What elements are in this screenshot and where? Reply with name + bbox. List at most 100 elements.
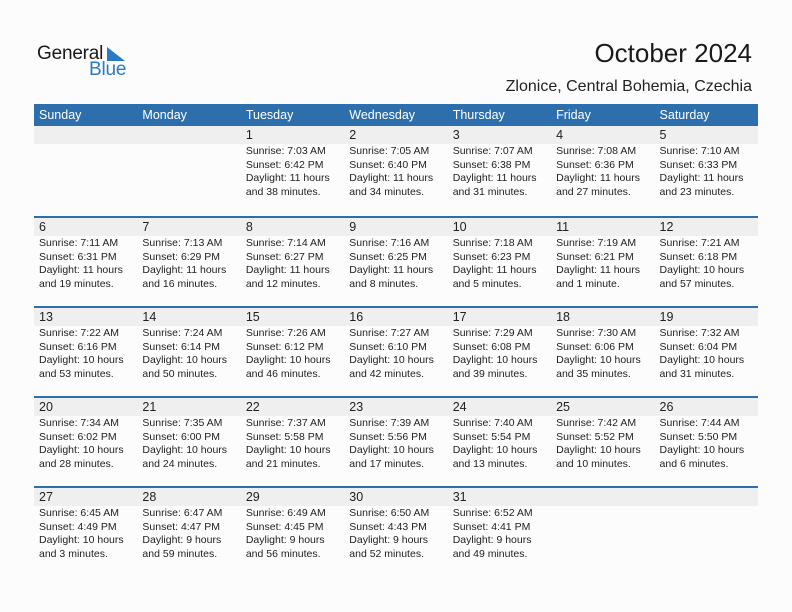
sun-info: Sunrise: 7:13 AM Sunset: 6:29 PM Daylight:…	[142, 237, 240, 291]
day-number: 24	[452, 400, 467, 414]
daylight-text: Daylight: 10 hours	[452, 354, 538, 367]
sunrise-text: Sunrise: 7:26 AM	[245, 327, 326, 339]
sun-info: Sunrise: 7:10 AM Sunset: 6:33 PM Daylight:…	[660, 145, 758, 199]
sunset-text: Sunset: 6:06 PM	[556, 340, 634, 353]
sunrise-text: Sunrise: 7:19 AM	[556, 237, 637, 249]
day-number: 18	[556, 310, 571, 324]
daylight-text: Daylight: 10 hours	[556, 444, 641, 457]
sun-info: Sunrise: 7:21 AM Sunset: 6:18 PM Daylight:…	[660, 237, 758, 291]
sunrise-text: Sunrise: 7:24 AM	[142, 327, 223, 339]
sun-info: Sunrise: 6:50 AM Sunset: 4:43 PM Daylight:…	[349, 507, 447, 561]
day-cell: 19 Sunrise: 7:32 AM Sunset: 6:04 PM Dayligh…	[655, 308, 758, 396]
sun-info: Sunrise: 7:22 AM Sunset: 6:16 PM Daylight:…	[39, 327, 137, 381]
sunset-text: Sunset: 6:14 PM	[142, 340, 221, 353]
daylight-text: Daylight: 9 hours	[349, 534, 429, 547]
daylight-text: Daylight: 10 hours	[349, 444, 434, 457]
daylight-text: Daylight: 10 hours	[659, 264, 745, 277]
weekday-header: Wednesday	[349, 108, 416, 122]
location-subtitle: Zlonice, Central Bohemia, Czechia	[505, 78, 752, 95]
minutes-text: and 27 minutes.	[556, 185, 631, 198]
sun-info: Sunrise: 7:26 AM Sunset: 6:12 PM Daylight:…	[246, 327, 344, 381]
weekday-header: Saturday	[659, 108, 710, 122]
sun-info: Sunrise: 7:35 AM Sunset: 6:00 PM Daylight:…	[142, 417, 240, 471]
weekday-header: Thursday	[452, 108, 505, 122]
sun-info: Sunrise: 7:42 AM Sunset: 5:52 PM Daylight:…	[556, 417, 654, 471]
day-cell: 14 Sunrise: 7:24 AM Sunset: 6:14 PM Dayligh…	[137, 308, 240, 396]
week-row: 27 Sunrise: 6:45 AM Sunset: 4:49 PM Dayligh…	[34, 486, 758, 576]
day-cell: 17 Sunrise: 7:29 AM Sunset: 6:08 PM Dayligh…	[448, 308, 551, 396]
sun-info: Sunrise: 7:29 AM Sunset: 6:08 PM Daylight:…	[453, 327, 551, 381]
day-number: 26	[659, 400, 674, 414]
day-number: 27	[39, 490, 53, 504]
minutes-text: and 35 minutes.	[556, 367, 631, 380]
day-cell	[34, 126, 137, 216]
minutes-text: and 1 minute.	[556, 277, 620, 290]
sunrise-text: Sunrise: 7:37 AM	[245, 417, 326, 429]
day-number: 4	[556, 128, 564, 142]
sun-info: Sunrise: 6:49 AM Sunset: 4:45 PM Daylight:…	[246, 507, 344, 561]
sun-info: Sunrise: 7:03 AM Sunset: 6:42 PM Daylight:…	[246, 145, 344, 199]
sunrise-text: Sunrise: 6:49 AM	[245, 507, 326, 519]
weekday-header: Tuesday	[245, 108, 294, 122]
sunrise-text: Sunrise: 6:47 AM	[142, 507, 223, 519]
daylight-text: Daylight: 11 hours	[142, 264, 227, 277]
minutes-text: and 59 minutes.	[142, 547, 218, 560]
minutes-text: and 5 minutes.	[452, 277, 522, 290]
day-number	[142, 126, 240, 144]
minutes-text: and 3 minutes.	[39, 547, 108, 560]
daylight-text: Daylight: 11 hours	[452, 172, 537, 185]
minutes-text: and 16 minutes.	[142, 277, 218, 290]
sunset-text: Sunset: 6:25 PM	[349, 250, 427, 263]
daylight-text: Daylight: 10 hours	[142, 354, 228, 367]
sun-info: Sunrise: 7:16 AM Sunset: 6:25 PM Daylight:…	[349, 237, 447, 291]
day-cell: 8 Sunrise: 7:14 AM Sunset: 6:27 PM Daylight…	[241, 218, 344, 306]
sun-info: Sunrise: 7:39 AM Sunset: 5:56 PM Daylight:…	[349, 417, 447, 471]
sunrise-text: Sunrise: 7:14 AM	[245, 237, 326, 249]
daylight-text: Daylight: 10 hours	[245, 354, 331, 367]
daylight-text: Daylight: 11 hours	[452, 264, 537, 277]
minutes-text: and 31 minutes.	[452, 185, 528, 198]
day-number: 22	[245, 400, 260, 414]
daylight-text: Daylight: 10 hours	[39, 534, 124, 547]
minutes-text: and 6 minutes.	[659, 457, 729, 470]
day-cell: 12 Sunrise: 7:21 AM Sunset: 6:18 PM Dayligh…	[655, 218, 758, 306]
sunset-text: Sunset: 6:12 PM	[245, 340, 324, 353]
sunset-text: Sunset: 6:00 PM	[142, 430, 221, 443]
day-number: 17	[452, 310, 467, 324]
day-number: 29	[245, 490, 260, 504]
logo: General Blue	[37, 43, 137, 83]
week-row: 1 Sunrise: 7:03 AM Sunset: 6:42 PM Daylight…	[34, 126, 758, 216]
sunset-text: Sunset: 6:02 PM	[39, 430, 117, 443]
sunset-text: Sunset: 6:40 PM	[349, 158, 427, 171]
sunset-text: Sunset: 5:50 PM	[659, 430, 738, 443]
weekday-header: Sunday	[39, 108, 82, 122]
day-cell: 3 Sunrise: 7:07 AM Sunset: 6:38 PM Daylight…	[448, 126, 551, 216]
minutes-text: and 56 minutes.	[245, 547, 321, 560]
day-cell: 24 Sunrise: 7:40 AM Sunset: 5:54 PM Dayligh…	[448, 398, 551, 486]
day-number: 23	[349, 400, 364, 414]
minutes-text: and 39 minutes.	[452, 367, 528, 380]
minutes-text: and 10 minutes.	[556, 457, 631, 470]
daylight-text: Daylight: 10 hours	[245, 444, 331, 457]
logo-word-blue: Blue	[89, 59, 127, 80]
sunrise-text: Sunrise: 7:13 AM	[142, 237, 223, 249]
sun-info: Sunrise: 7:08 AM Sunset: 6:36 PM Daylight:…	[556, 145, 654, 199]
minutes-text: and 28 minutes.	[39, 457, 114, 470]
sun-info: Sunrise: 7:30 AM Sunset: 6:06 PM Daylight:…	[556, 327, 654, 381]
minutes-text: and 8 minutes.	[349, 277, 419, 290]
minutes-text: and 57 minutes.	[659, 277, 735, 290]
day-number: 30	[349, 490, 364, 504]
day-number: 21	[142, 400, 157, 414]
minutes-text: and 23 minutes.	[659, 185, 735, 198]
sunrise-text: Sunrise: 7:32 AM	[659, 327, 740, 339]
sunrise-text: Sunrise: 7:29 AM	[452, 327, 533, 339]
sun-info: Sunrise: 7:40 AM Sunset: 5:54 PM Daylight:…	[453, 417, 551, 471]
day-cell	[551, 488, 654, 576]
day-number: 7	[142, 220, 150, 234]
day-cell: 30 Sunrise: 6:50 AM Sunset: 4:43 PM Dayligh…	[344, 488, 447, 576]
sunset-text: Sunset: 4:47 PM	[142, 520, 221, 533]
sun-info: Sunrise: 7:34 AM Sunset: 6:02 PM Daylight:…	[39, 417, 137, 471]
sun-info: Sunrise: 7:14 AM Sunset: 6:27 PM Daylight:…	[246, 237, 344, 291]
sun-info: Sunrise: 6:45 AM Sunset: 4:49 PM Daylight:…	[39, 507, 137, 561]
day-cell	[655, 488, 758, 576]
